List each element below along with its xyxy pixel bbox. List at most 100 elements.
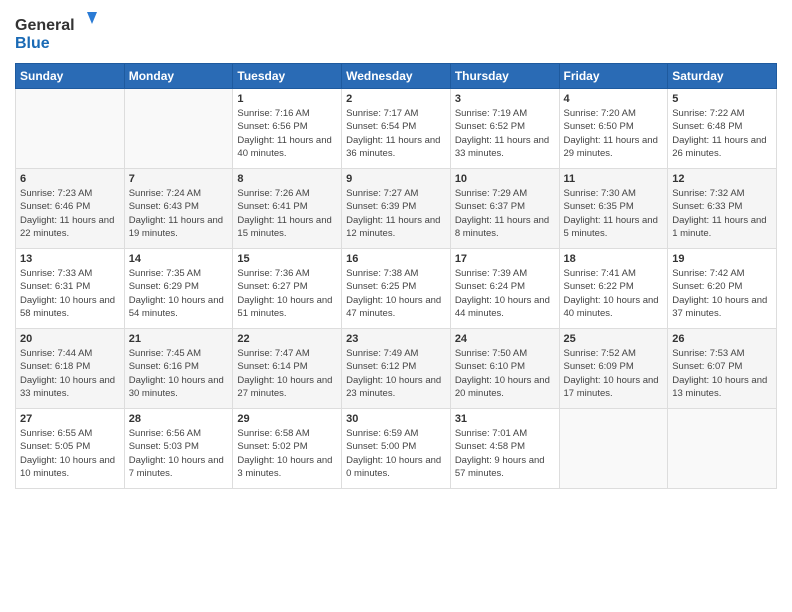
weekday-header: Tuesday	[233, 64, 342, 89]
calendar-cell: 16Sunrise: 7:38 AM Sunset: 6:25 PM Dayli…	[342, 249, 451, 329]
header-row: SundayMondayTuesdayWednesdayThursdayFrid…	[16, 64, 777, 89]
calendar-cell: 28 Sunrise: 6:56 AM Sunset: 5:03 PM Dayli…	[124, 409, 233, 489]
day-info: Sunrise: 7:47 AM Sunset: 6:14 PM Dayligh…	[237, 347, 337, 400]
calendar-cell: 9 Sunrise: 7:27 AM Sunset: 6:39 PM Daylig…	[342, 169, 451, 249]
calendar-cell: 21 Sunrise: 7:45 AM Sunset: 6:16 PM Dayli…	[124, 329, 233, 409]
day-number: 17	[455, 253, 555, 265]
calendar-cell: 3 Sunrise: 7:19 AM Sunset: 6:52 PM Daylig…	[450, 89, 559, 169]
calendar-table: SundayMondayTuesdayWednesdayThursdayFrid…	[15, 63, 777, 489]
day-info: Sunrise: 7:45 AM Sunset: 6:16 PM Dayligh…	[129, 347, 229, 400]
weekday-header: Wednesday	[342, 64, 451, 89]
day-info: Sunrise: 7:26 AM Sunset: 6:41 PM Dayligh…	[237, 187, 337, 240]
calendar-week-row: 1 Sunrise: 7:16 AM Sunset: 6:56 PM Daylig…	[16, 89, 777, 169]
day-info: Sunrise: 7:16 AM Sunset: 6:56 PM Dayligh…	[237, 107, 337, 160]
day-number: 7	[129, 173, 229, 185]
day-info: Sunrise: 7:01 AM Sunset: 4:58 PM Dayligh…	[455, 427, 555, 480]
day-info: Sunrise: 7:19 AM Sunset: 6:52 PM Dayligh…	[455, 107, 555, 160]
day-number: 22	[237, 333, 337, 345]
calendar-cell: 18 Sunrise: 7:41 AM Sunset: 6:22 PM Dayli…	[559, 249, 668, 329]
day-number: 8	[237, 173, 337, 185]
day-info: Sunrise: 7:44 AM Sunset: 6:18 PM Dayligh…	[20, 347, 120, 400]
day-number: 19	[672, 253, 772, 265]
day-number: 12	[672, 173, 772, 185]
calendar-cell: 8 Sunrise: 7:26 AM Sunset: 6:41 PM Daylig…	[233, 169, 342, 249]
calendar-week-row: 6Sunrise: 7:23 AM Sunset: 6:46 PM Daylig…	[16, 169, 777, 249]
day-info: Sunrise: 7:39 AM Sunset: 6:24 PM Dayligh…	[455, 267, 555, 320]
day-info: Sunrise: 7:36 AM Sunset: 6:27 PM Dayligh…	[237, 267, 337, 320]
day-number: 23	[346, 333, 446, 345]
calendar-cell: 30 Sunrise: 6:59 AM Sunset: 5:00 PM Dayli…	[342, 409, 451, 489]
calendar-cell: 26Sunrise: 7:53 AM Sunset: 6:07 PM Dayli…	[668, 329, 777, 409]
calendar-cell: 19 Sunrise: 7:42 AM Sunset: 6:20 PM Dayli…	[668, 249, 777, 329]
calendar-cell: 4 Sunrise: 7:20 AM Sunset: 6:50 PM Daylig…	[559, 89, 668, 169]
day-info: Sunrise: 6:55 AM Sunset: 5:05 PM Dayligh…	[20, 427, 120, 480]
day-number: 31	[455, 413, 555, 425]
day-info: Sunrise: 7:17 AM Sunset: 6:54 PM Dayligh…	[346, 107, 446, 160]
calendar-week-row: 13 Sunrise: 7:33 AM Sunset: 6:31 PM Dayli…	[16, 249, 777, 329]
day-number: 15	[237, 253, 337, 265]
svg-text:Blue: Blue	[15, 35, 50, 52]
calendar-cell: 10 Sunrise: 7:29 AM Sunset: 6:37 PM Dayli…	[450, 169, 559, 249]
day-number: 3	[455, 93, 555, 105]
day-number: 14	[129, 253, 229, 265]
day-number: 29	[237, 413, 337, 425]
calendar-cell: 11 Sunrise: 7:30 AM Sunset: 6:35 PM Dayli…	[559, 169, 668, 249]
calendar-cell: 31 Sunrise: 7:01 AM Sunset: 4:58 PM Dayli…	[450, 409, 559, 489]
day-info: Sunrise: 7:30 AM Sunset: 6:35 PM Dayligh…	[564, 187, 664, 240]
day-info: Sunrise: 7:38 AM Sunset: 6:25 PM Dayligh…	[346, 267, 446, 320]
day-info: Sunrise: 6:58 AM Sunset: 5:02 PM Dayligh…	[237, 427, 337, 480]
header: General Blue	[15, 10, 777, 55]
day-number: 21	[129, 333, 229, 345]
day-number: 10	[455, 173, 555, 185]
calendar-cell: 2Sunrise: 7:17 AM Sunset: 6:54 PM Daylig…	[342, 89, 451, 169]
calendar-cell	[16, 89, 125, 169]
day-number: 20	[20, 333, 120, 345]
day-number: 25	[564, 333, 664, 345]
day-number: 9	[346, 173, 446, 185]
calendar-cell: 13 Sunrise: 7:33 AM Sunset: 6:31 PM Dayli…	[16, 249, 125, 329]
calendar-cell	[668, 409, 777, 489]
day-info: Sunrise: 6:59 AM Sunset: 5:00 PM Dayligh…	[346, 427, 446, 480]
day-info: Sunrise: 7:42 AM Sunset: 6:20 PM Dayligh…	[672, 267, 772, 320]
calendar-cell: 15 Sunrise: 7:36 AM Sunset: 6:27 PM Dayli…	[233, 249, 342, 329]
calendar-cell: 23Sunrise: 7:49 AM Sunset: 6:12 PM Dayli…	[342, 329, 451, 409]
day-number: 18	[564, 253, 664, 265]
day-number: 27	[20, 413, 120, 425]
day-number: 30	[346, 413, 446, 425]
day-info: Sunrise: 7:41 AM Sunset: 6:22 PM Dayligh…	[564, 267, 664, 320]
weekday-header: Monday	[124, 64, 233, 89]
weekday-header: Sunday	[16, 64, 125, 89]
calendar-cell: 6Sunrise: 7:23 AM Sunset: 6:46 PM Daylig…	[16, 169, 125, 249]
calendar-cell: 1 Sunrise: 7:16 AM Sunset: 6:56 PM Daylig…	[233, 89, 342, 169]
day-number: 24	[455, 333, 555, 345]
day-info: Sunrise: 7:35 AM Sunset: 6:29 PM Dayligh…	[129, 267, 229, 320]
calendar-week-row: 27 Sunrise: 6:55 AM Sunset: 5:05 PM Dayli…	[16, 409, 777, 489]
calendar-cell: 25Sunrise: 7:52 AM Sunset: 6:09 PM Dayli…	[559, 329, 668, 409]
day-info: Sunrise: 7:24 AM Sunset: 6:43 PM Dayligh…	[129, 187, 229, 240]
day-number: 5	[672, 93, 772, 105]
day-info: Sunrise: 7:29 AM Sunset: 6:37 PM Dayligh…	[455, 187, 555, 240]
day-number: 1	[237, 93, 337, 105]
calendar-cell: 12 Sunrise: 7:32 AM Sunset: 6:33 PM Dayli…	[668, 169, 777, 249]
day-info: Sunrise: 6:56 AM Sunset: 5:03 PM Dayligh…	[129, 427, 229, 480]
weekday-header: Friday	[559, 64, 668, 89]
calendar-cell: 14 Sunrise: 7:35 AM Sunset: 6:29 PM Dayli…	[124, 249, 233, 329]
calendar-cell: 29 Sunrise: 6:58 AM Sunset: 5:02 PM Dayli…	[233, 409, 342, 489]
calendar-cell: 17 Sunrise: 7:39 AM Sunset: 6:24 PM Dayli…	[450, 249, 559, 329]
weekday-header: Thursday	[450, 64, 559, 89]
day-info: Sunrise: 7:33 AM Sunset: 6:31 PM Dayligh…	[20, 267, 120, 320]
calendar-cell: 20 Sunrise: 7:44 AM Sunset: 6:18 PM Dayli…	[16, 329, 125, 409]
day-info: Sunrise: 7:53 AM Sunset: 6:07 PM Dayligh…	[672, 347, 772, 400]
day-number: 6	[20, 173, 120, 185]
page: General Blue SundayMondayTuesdayWednesda…	[0, 0, 792, 504]
day-number: 11	[564, 173, 664, 185]
calendar-cell: 22 Sunrise: 7:47 AM Sunset: 6:14 PM Dayli…	[233, 329, 342, 409]
day-number: 28	[129, 413, 229, 425]
calendar-cell	[559, 409, 668, 489]
svg-text:General: General	[15, 17, 75, 34]
day-info: Sunrise: 7:27 AM Sunset: 6:39 PM Dayligh…	[346, 187, 446, 240]
day-info: Sunrise: 7:20 AM Sunset: 6:50 PM Dayligh…	[564, 107, 664, 160]
day-info: Sunrise: 7:32 AM Sunset: 6:33 PM Dayligh…	[672, 187, 772, 240]
day-number: 4	[564, 93, 664, 105]
day-number: 13	[20, 253, 120, 265]
